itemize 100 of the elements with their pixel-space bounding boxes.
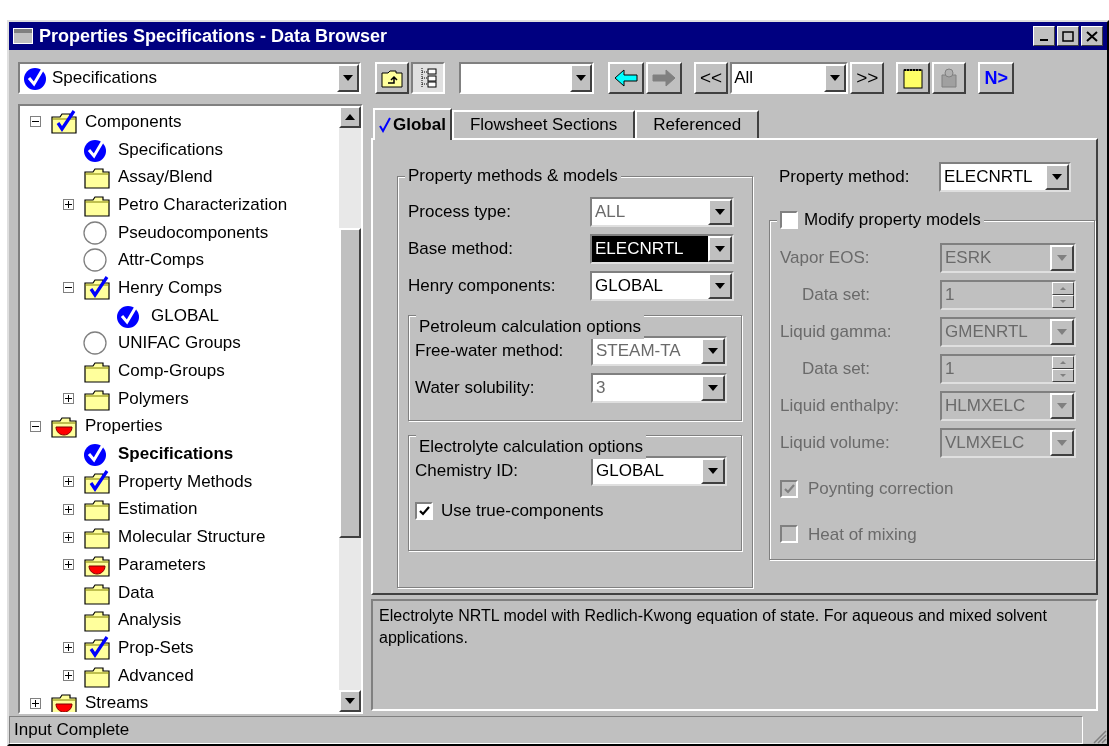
dropdown-field[interactable]: [459, 62, 594, 94]
minimize-button[interactable]: [1033, 26, 1055, 46]
tree-item[interactable]: Analysis: [117, 609, 183, 632]
plus-icon: [65, 505, 72, 513]
expand-toggle[interactable]: [63, 531, 74, 543]
tree-view-icon: [419, 67, 437, 89]
dropdown-button[interactable]: [1050, 430, 1074, 456]
field-value: Specifications: [52, 67, 158, 90]
close-button[interactable]: [1081, 26, 1103, 46]
previous-button[interactable]: <<: [694, 62, 729, 94]
scroll-up-button[interactable]: [339, 106, 361, 128]
caret-icon: [1052, 174, 1062, 180]
spin-down-button[interactable]: [1052, 295, 1074, 308]
checkbox[interactable]: [415, 501, 433, 520]
next-page-button[interactable]: >>: [850, 62, 885, 94]
dropdown-button[interactable]: [570, 64, 592, 92]
field-value: GMENRTL: [944, 321, 1029, 343]
tab[interactable]: Flowsheet Sections: [451, 110, 636, 138]
tree-item[interactable]: Comp-Groups: [117, 360, 226, 383]
field-label: Property method:: [779, 166, 911, 189]
field-value: VLMXELC: [944, 432, 1026, 454]
expand-toggle[interactable]: [63, 642, 74, 654]
tree-item[interactable]: Prop-Sets: [117, 636, 195, 659]
dropdown-button[interactable]: [1050, 245, 1074, 271]
tree-item[interactable]: Henry Comps: [117, 276, 223, 299]
dropdown-button[interactable]: [708, 273, 732, 299]
dropdown-field[interactable]: GLOBAL: [590, 271, 734, 301]
tree-item[interactable]: Assay/Blend: [117, 166, 214, 189]
spin-down-button[interactable]: [1052, 369, 1074, 382]
scroll-down-button[interactable]: [339, 690, 361, 712]
dropdown-button[interactable]: [824, 64, 847, 92]
tree-item[interactable]: Estimation: [117, 498, 199, 521]
folder-icon: [83, 359, 111, 384]
location-dropdown[interactable]: Specifications: [18, 62, 361, 94]
dropdown-field[interactable]: ELECNRTL: [590, 234, 734, 264]
expand-toggle[interactable]: [63, 199, 74, 211]
tree-item[interactable]: Attr-Comps: [117, 249, 205, 272]
field-value: 3: [595, 377, 607, 399]
up-caret-icon: [1060, 361, 1066, 364]
spin-up-button[interactable]: [1052, 282, 1074, 295]
expand-toggle[interactable]: [30, 697, 41, 709]
checkbox[interactable]: [780, 525, 798, 544]
tree-item[interactable]: Molecular Structure: [117, 526, 267, 549]
tree-item[interactable]: Properties: [84, 415, 164, 438]
dropdown-field[interactable]: ELECNRTL: [939, 162, 1071, 192]
field-label: Chemistry ID:: [415, 460, 519, 483]
tree-item[interactable]: Parameters: [117, 553, 207, 576]
caret-icon: [715, 246, 725, 252]
dropdown-field[interactable]: All: [730, 62, 849, 94]
dropdown-button[interactable]: [1050, 393, 1074, 419]
tree-item[interactable]: Pseudocomponents: [117, 221, 270, 244]
expand-toggle[interactable]: [63, 503, 74, 515]
dropdown-button[interactable]: [1045, 164, 1069, 190]
collapse-toggle[interactable]: [63, 282, 74, 294]
tree-item[interactable]: Data: [117, 581, 155, 604]
tree-item[interactable]: Property Methods: [117, 470, 254, 493]
nav-button[interactable]: [608, 62, 644, 94]
caret-icon: [715, 209, 725, 215]
toolbar-button[interactable]: [411, 62, 445, 94]
dropdown-button[interactable]: [701, 458, 725, 484]
tree-item[interactable]: GLOBAL: [150, 304, 221, 327]
checkmark-icon: [379, 117, 391, 133]
tab[interactable]: Global: [373, 108, 452, 140]
dropdown-button[interactable]: [1050, 319, 1074, 345]
window-icon: [13, 28, 33, 44]
next-button[interactable]: N>: [978, 62, 1014, 94]
spin-up-button[interactable]: [1052, 356, 1074, 369]
collapse-toggle[interactable]: [30, 116, 41, 128]
resize-grip-icon[interactable]: [1091, 728, 1107, 744]
dropdown-field[interactable]: GLOBAL: [591, 456, 727, 486]
expand-toggle[interactable]: [63, 476, 74, 488]
tree-item[interactable]: Petro Characterization: [117, 193, 289, 216]
tree-item[interactable]: UNIFAC Groups: [117, 332, 242, 355]
tree-item[interactable]: Specifications: [117, 443, 235, 466]
folder-icon: [83, 525, 111, 550]
tree-item[interactable]: Components: [84, 110, 183, 133]
expand-toggle[interactable]: [63, 559, 74, 571]
dropdown-button[interactable]: [337, 64, 359, 92]
dropdown-button[interactable]: [708, 236, 732, 262]
scroll-thumb[interactable]: [339, 228, 361, 538]
tree-item[interactable]: Specifications: [117, 138, 224, 161]
field-label: Vapor EOS:: [780, 247, 871, 270]
group-title: Petroleum calculation options: [419, 316, 642, 339]
plus-icon: [65, 478, 72, 486]
status-text: Input Complete: [14, 719, 130, 742]
plus-icon: [65, 395, 72, 403]
collapse-toggle[interactable]: [30, 420, 41, 432]
tree-item[interactable]: Polymers: [117, 387, 190, 410]
folder-icon: [83, 165, 111, 190]
checkbox[interactable]: [780, 211, 798, 229]
tree-item[interactable]: Advanced: [117, 664, 195, 687]
expand-toggle[interactable]: [63, 670, 74, 682]
maximize-button[interactable]: [1057, 26, 1079, 46]
tree-item[interactable]: Streams: [84, 692, 150, 712]
expand-toggle[interactable]: [63, 393, 74, 405]
caret-icon: [343, 75, 353, 81]
folder-bowl-icon: [50, 414, 78, 439]
tab[interactable]: Referenced: [635, 110, 760, 138]
checkbox[interactable]: [780, 479, 798, 498]
plus-icon: [65, 533, 72, 541]
